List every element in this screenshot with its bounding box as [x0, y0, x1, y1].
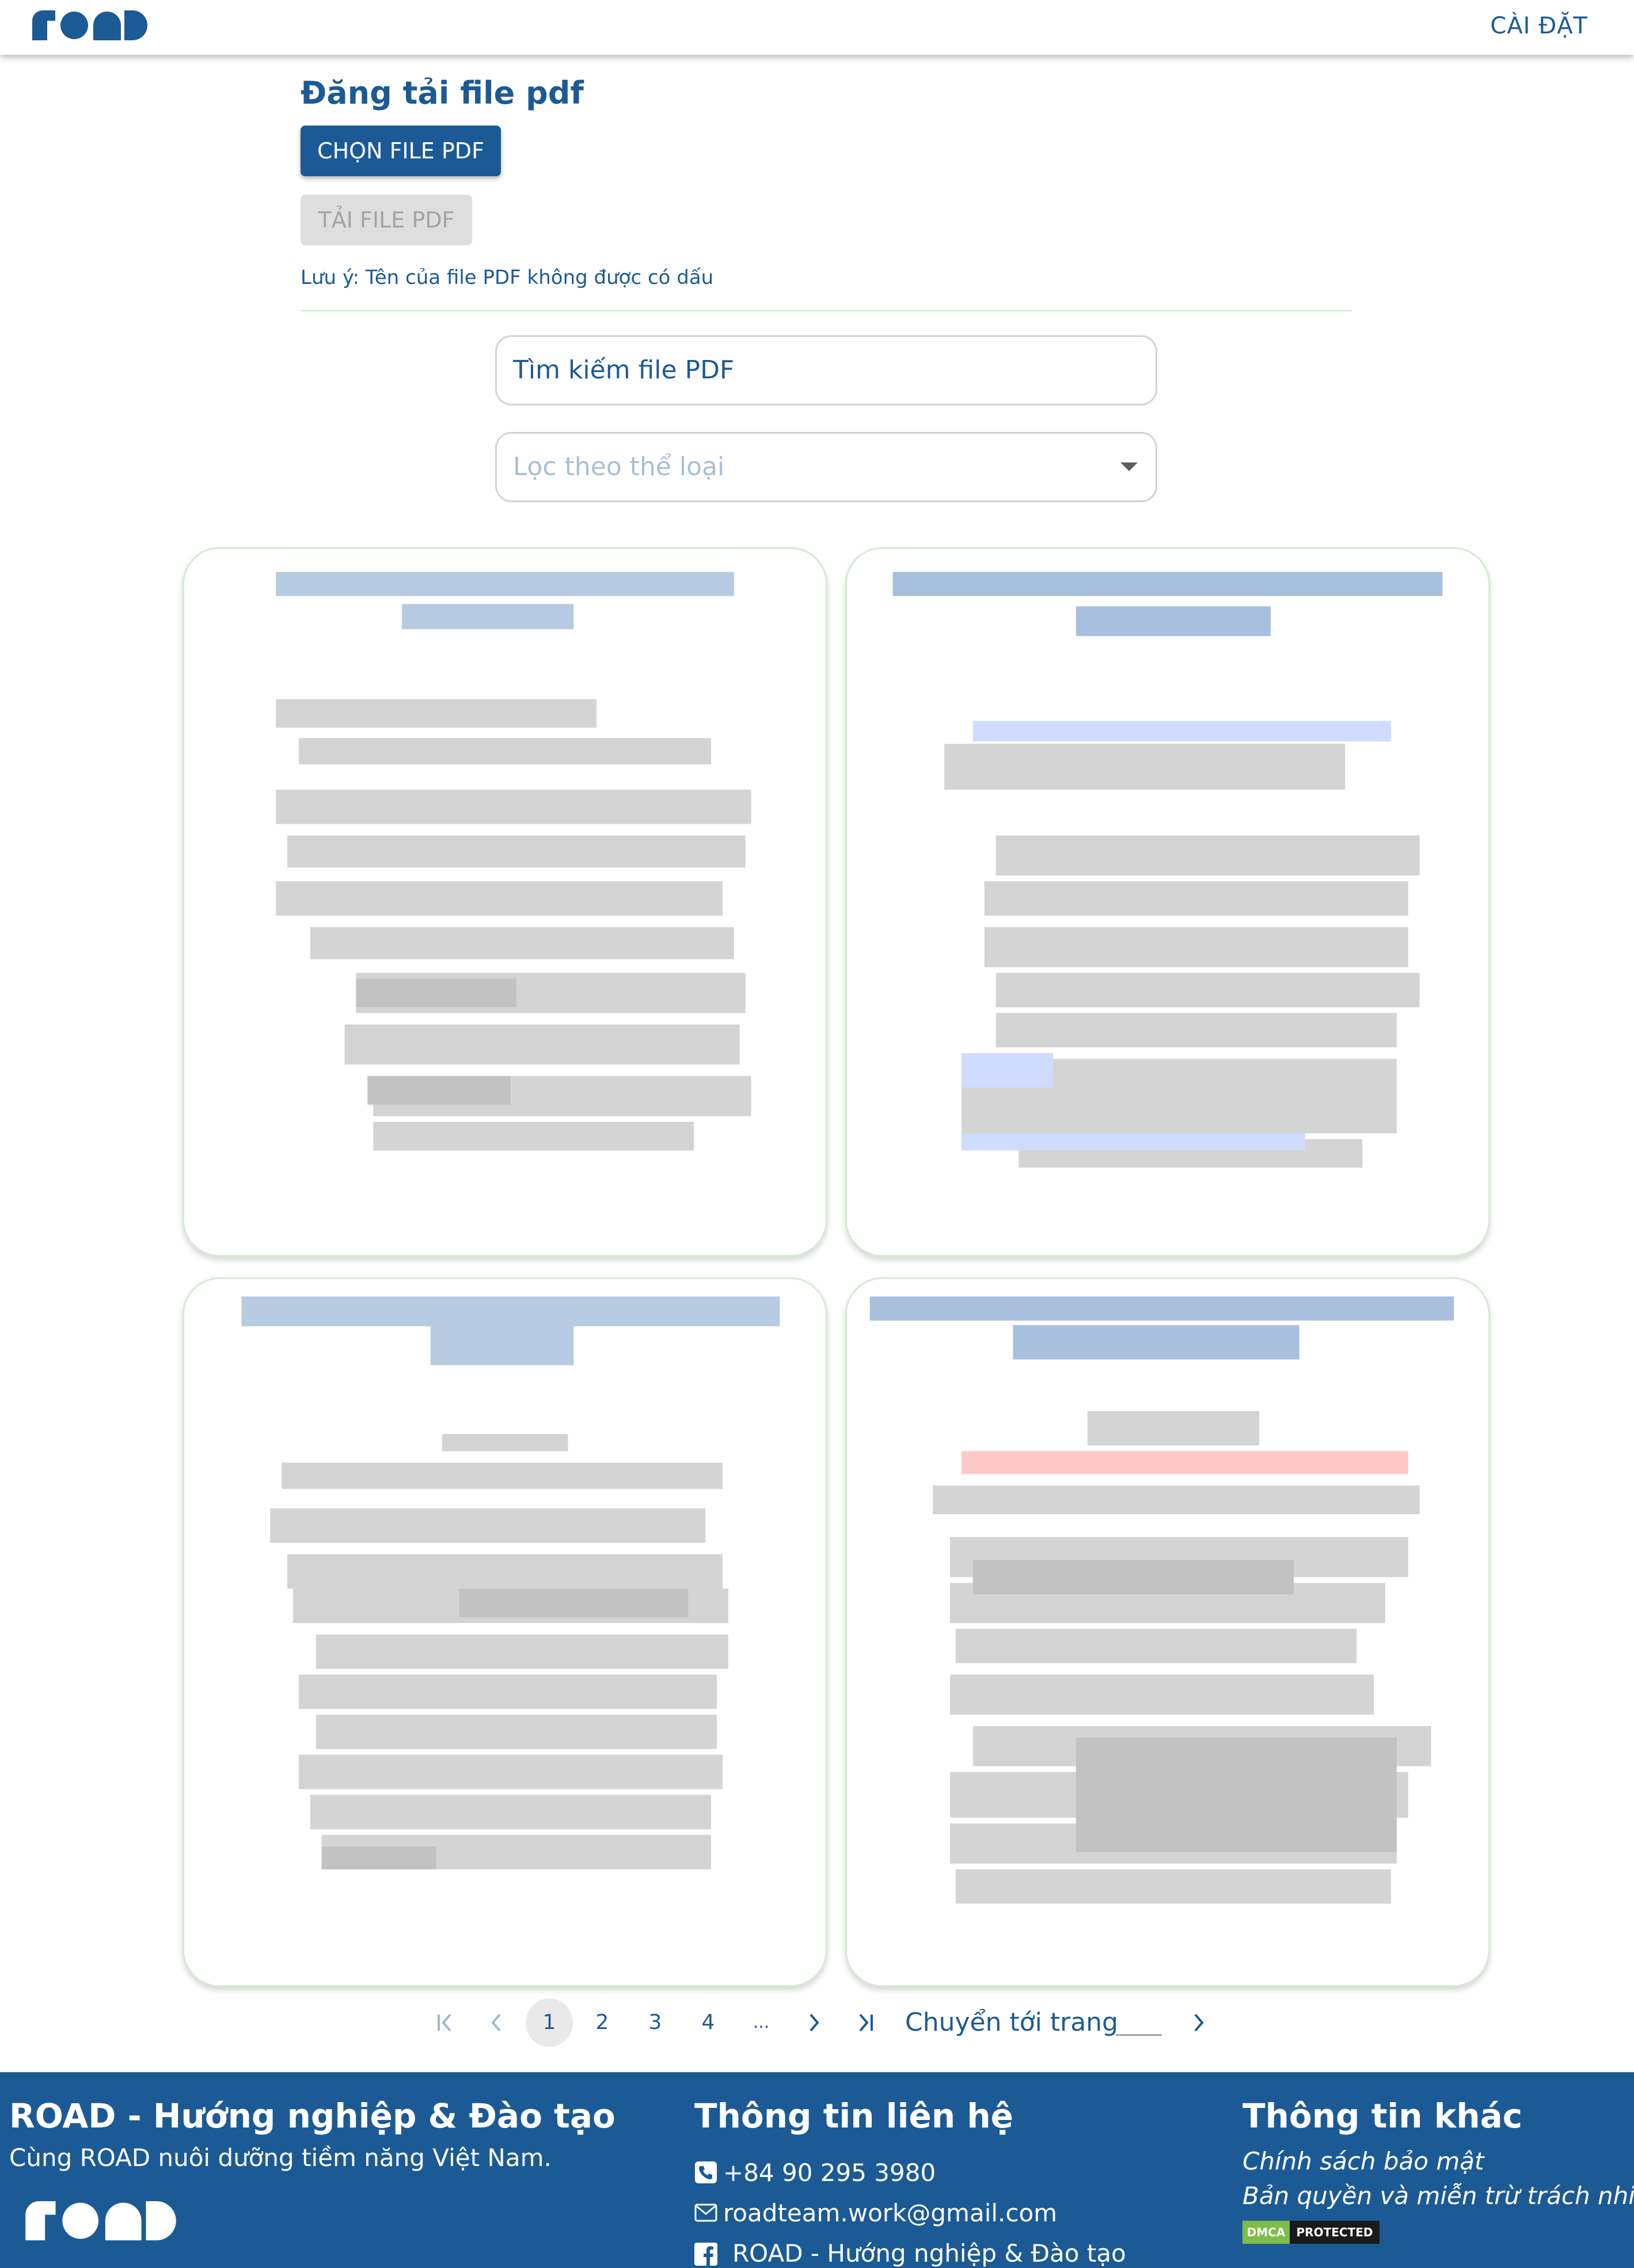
- dmca-badge-right: PROTECTED: [1290, 2221, 1380, 2244]
- page-ellipsis: ...: [753, 2012, 770, 2032]
- footer-road-logo: [25, 2201, 176, 2240]
- phone-icon: [695, 2161, 717, 2183]
- email-icon: [694, 2203, 717, 2222]
- last-page-icon[interactable]: [849, 1998, 883, 2047]
- prev-page-icon[interactable]: [479, 1998, 514, 2047]
- pdf-thumbnail: [869, 1296, 1454, 1904]
- pdf-card[interactable]: [845, 547, 1490, 1257]
- footer-contact-title: Thông tin liên hệ: [694, 2096, 1014, 2136]
- settings-link[interactable]: CÀI ĐẶT: [1490, 13, 1588, 39]
- next-page-icon[interactable]: [797, 1998, 831, 2047]
- page-button-3[interactable]: 3: [631, 1998, 679, 2047]
- page-button-1[interactable]: 1: [526, 1998, 573, 2047]
- first-page-icon[interactable]: [427, 1998, 462, 2047]
- go-page-icon[interactable]: [1181, 1998, 1216, 2047]
- pdf-card[interactable]: [183, 547, 827, 1257]
- footer-phone[interactable]: +84 90 295 3980: [723, 2159, 936, 2187]
- pagination: 1 2 3 4 ... Chuyển tới trang: [0, 1998, 1634, 2050]
- page-button-2[interactable]: 2: [578, 1998, 626, 2047]
- footer-tagline: Cùng ROAD nuôi dưỡng tiềm năng Việt Nam.: [9, 2144, 552, 2172]
- top-app-bar: CÀI ĐẶT: [0, 0, 1634, 55]
- copyright-disclaimer-link[interactable]: Bản quyền và miễn trừ trách nhiệm: [1242, 2182, 1634, 2210]
- caret-down-icon[interactable]: [1120, 462, 1138, 471]
- pdf-thumbnail: [276, 572, 751, 1151]
- pdf-card[interactable]: [183, 1277, 827, 1987]
- dmca-badge[interactable]: DMCA PROTECTED: [1242, 2221, 1380, 2244]
- footer-other-title: Thông tin khác: [1242, 2096, 1523, 2136]
- search-input[interactable]: Tìm kiếm file PDF: [495, 335, 1157, 405]
- footer: ROAD - Hướng nghiệp & Đào tạo Cùng ROAD …: [0, 2072, 1634, 2268]
- pdf-thumbnail: [241, 1296, 780, 1869]
- jump-to-page-input[interactable]: [1116, 2034, 1162, 2036]
- dmca-badge-left: DMCA: [1242, 2221, 1290, 2244]
- road-logo[interactable]: [32, 10, 147, 40]
- page-button-4[interactable]: 4: [684, 1998, 732, 2047]
- upload-pdf-button[interactable]: TẢI FILE PDF: [301, 195, 472, 245]
- upload-section-title: Đăng tải file pdf: [301, 75, 584, 111]
- facebook-icon: [694, 2243, 717, 2266]
- pdf-thumbnail: [892, 572, 1443, 1168]
- choose-pdf-button[interactable]: CHỌN FILE PDF: [301, 126, 501, 176]
- jump-to-page-label: Chuyển tới trang: [905, 2008, 1118, 2037]
- section-divider: [301, 310, 1352, 312]
- footer-email[interactable]: roadteam.work@gmail.com: [723, 2199, 1057, 2227]
- footer-brand-title: ROAD - Hướng nghiệp & Đào tạo: [9, 2096, 615, 2136]
- filename-note: Lưu ý: Tên của file PDF không được có dấ…: [301, 266, 714, 289]
- category-filter-select[interactable]: Lọc theo thể loại: [495, 432, 1157, 502]
- pdf-card[interactable]: [845, 1277, 1490, 1987]
- footer-facebook[interactable]: ROAD - Hướng nghiệp & Đào tạo: [732, 2239, 1126, 2267]
- privacy-policy-link[interactable]: Chính sách bảo mật: [1242, 2147, 1484, 2175]
